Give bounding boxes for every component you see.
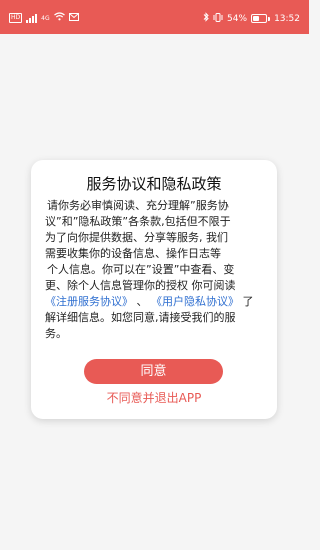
links-trailing-text: 了 [242,295,254,308]
decline-and-exit-button[interactable]: 不同意并退出APP [31,389,277,406]
privacy-agreement-link[interactable]: 《用户隐私协议》 [151,295,239,308]
links-separator: 、 [136,295,148,308]
register-agreement-link[interactable]: 《注册服务协议》 [45,295,133,308]
dialog-body-line: 议”和”隐私政策”各条款,包括但不限于 [45,215,231,228]
vibrate-icon [213,12,223,25]
wifi-icon [53,12,65,24]
dialog-body-line: 更、除个人信息管理你的授权 你可阅读 [45,279,236,292]
agree-button[interactable]: 同意 [84,359,223,384]
dialog-body-line: 个人信息。你可以在”设置”中查看、变 [47,263,235,276]
dialog-body-line: 请你务必审慎阅读、充分理解”服务协 [47,199,229,212]
dialog-body-line: 为了向你提供数据、分享等服务, 我们 [45,231,228,244]
signal-icon [26,13,38,23]
bluetooth-icon [203,12,209,25]
dialog-body-line: 务。 [45,327,67,340]
hd-icon: HD [9,13,23,23]
dialog-title: 服务协议和隐私政策 [86,175,222,193]
battery-percent: 54% [227,13,248,24]
status-bar-left: HD 4G [9,12,79,24]
mail-icon [68,12,79,24]
clock: 13:52 [274,13,300,24]
dialog-body-line: 解详细信息。如您同意,请接受我们的服 [45,311,236,324]
dialog-links-line: 《注册服务协议》 、 《用户隐私协议》 了 [45,294,267,310]
dialog-body: 请你务必审慎阅读、充分理解”服务协 议”和”隐私政策”各条款,包括但不限于 为了… [45,198,267,342]
status-bar: HD 4G 54% 13:52 [0,0,309,34]
dialog-body-line: 需要收集你的设备信息、操作日志等 [45,247,221,260]
network-type-label: 4G [41,14,50,22]
battery-fill [253,16,260,21]
battery-icon [251,14,271,23]
privacy-dialog: 服务协议和隐私政策 请你务必审慎阅读、充分理解”服务协 议”和”隐私政策”各条款… [31,160,277,419]
status-bar-right: 54% 13:52 [203,12,300,25]
